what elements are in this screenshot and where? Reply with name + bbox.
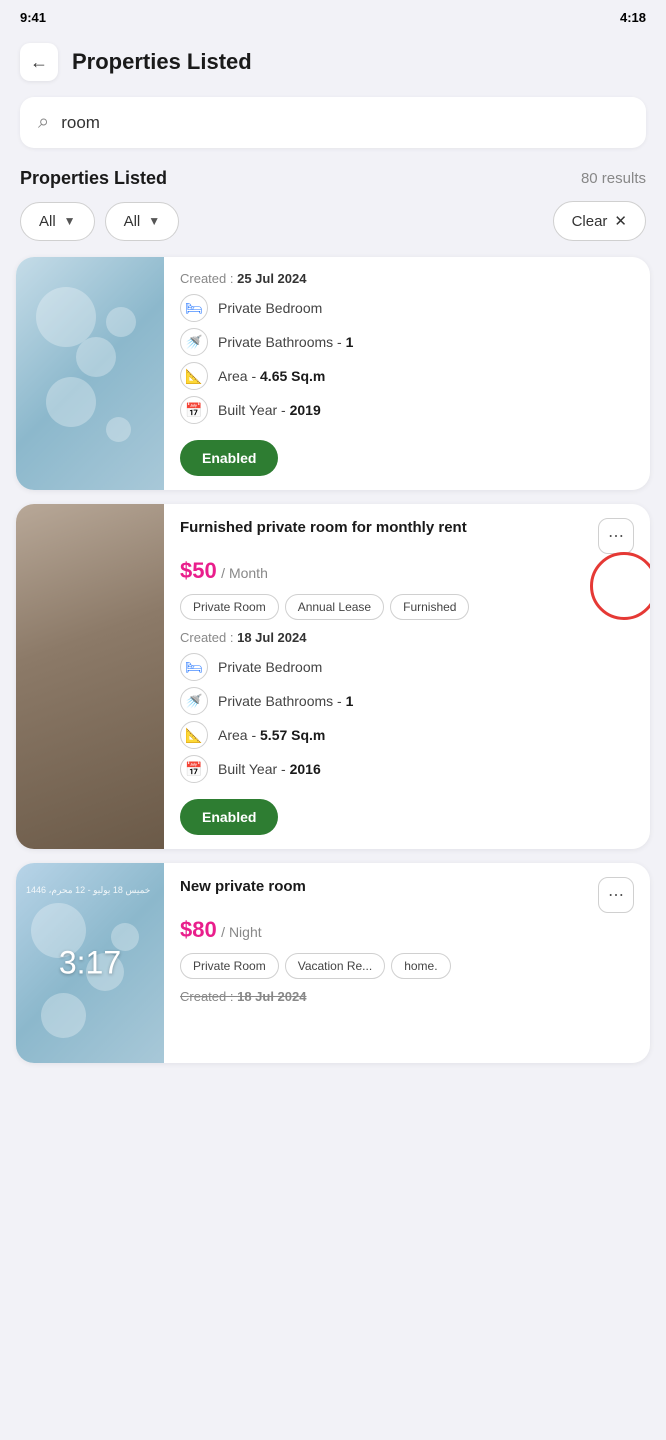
tag-furnished-2: Furnished <box>390 594 469 620</box>
clear-label: Clear <box>572 213 608 230</box>
enabled-button-2[interactable]: Enabled <box>180 799 278 835</box>
results-count: 80 results <box>581 170 646 187</box>
filter-dropdown-1[interactable]: All ▼ <box>20 202 95 241</box>
feature-bedroom-2: 🛏 Private Bedroom <box>180 653 634 681</box>
bed-icon-1: 🛏 <box>180 294 208 322</box>
tag-private-room-3: Private Room <box>180 953 279 979</box>
bathroom-label-2: Private Bathrooms - 1 <box>218 693 353 709</box>
card-content-2: Furnished private room for monthly rent … <box>16 504 650 849</box>
feature-area-2: 📐 Area - 5.57 Sq.m <box>180 721 634 749</box>
more-options-button-3[interactable]: ⋯ <box>598 877 634 913</box>
status-battery: 4:18 <box>620 10 646 25</box>
filter-1-label: All <box>39 213 56 230</box>
bedroom-label-1: Private Bedroom <box>218 300 322 316</box>
property-image-1 <box>16 257 164 490</box>
card-content-1: Created : 25 Jul 2024 🛏 Private Bedroom … <box>16 257 650 490</box>
price-period-2: / Month <box>221 565 268 581</box>
search-icon: ⌕ <box>38 111 49 134</box>
card-details-2: Furnished private room for monthly rent … <box>164 504 650 849</box>
screen-date: خمیس 18 یولیو - 12 محرم، 1446 <box>26 885 150 896</box>
bathroom-label-1: Private Bathrooms - 1 <box>218 334 353 350</box>
feature-bedroom-1: 🛏 Private Bedroom <box>180 294 634 322</box>
filter-2-label: All <box>124 213 141 230</box>
header: ← Properties Listed <box>0 31 666 97</box>
clear-button[interactable]: Clear ✕ <box>553 201 646 241</box>
created-date-3-strikethrough: Created : 18 Jul 2024 <box>180 989 634 1004</box>
cards-container: Created : 25 Jul 2024 🛏 Private Bedroom … <box>0 257 666 1063</box>
created-date-1: Created : 25 Jul 2024 <box>180 271 634 286</box>
card-title-row-3: New private room ⋯ <box>180 877 634 913</box>
tag-vacation-3: Vacation Re... <box>285 953 385 979</box>
close-icon: ✕ <box>614 212 627 230</box>
calendar-icon-2: 📅 <box>180 755 208 783</box>
more-options-button-2[interactable]: ⋯ <box>598 518 634 554</box>
card-content-3: خمیس 18 یولیو - 12 محرم، 1446 3:17 New p… <box>16 863 650 1063</box>
card-title-row-2: Furnished private room for monthly rent … <box>180 518 634 554</box>
calendar-icon-1: 📅 <box>180 396 208 424</box>
tag-private-room-2: Private Room <box>180 594 279 620</box>
filter-row: All ▼ All ▼ Clear ✕ <box>0 201 666 257</box>
search-input[interactable] <box>61 113 628 133</box>
card-title-2: Furnished private room for monthly rent <box>180 518 467 538</box>
property-image-3: خمیس 18 یولیو - 12 محرم، 1446 3:17 <box>16 863 164 1063</box>
card-price-2: $50 <box>180 558 217 583</box>
tag-annual-lease-2: Annual Lease <box>285 594 384 620</box>
bath-icon-1: 🚿 <box>180 328 208 356</box>
bath-icon-2: 🚿 <box>180 687 208 715</box>
chevron-down-icon-2: ▼ <box>148 214 160 228</box>
area-label-2: Area - 5.57 Sq.m <box>218 727 325 743</box>
card-price-3: $80 <box>180 917 217 942</box>
feature-bathroom-1: 🚿 Private Bathrooms - 1 <box>180 328 634 356</box>
tags-row-3: Private Room Vacation Re... home. <box>180 953 634 979</box>
price-row-3: $80 / Night <box>180 917 634 943</box>
property-card-2: Furnished private room for monthly rent … <box>16 504 650 849</box>
status-bar: 9:41 4:18 <box>0 0 666 31</box>
area-icon-1: 📐 <box>180 362 208 390</box>
area-icon-2: 📐 <box>180 721 208 749</box>
enabled-button-1[interactable]: Enabled <box>180 440 278 476</box>
year-label-2: Built Year - 2016 <box>218 761 321 777</box>
feature-year-1: 📅 Built Year - 2019 <box>180 396 634 424</box>
feature-bathroom-2: 🚿 Private Bathrooms - 1 <box>180 687 634 715</box>
card-details-1: Created : 25 Jul 2024 🛏 Private Bedroom … <box>164 257 650 490</box>
chevron-down-icon-1: ▼ <box>64 214 76 228</box>
screen-time: 3:17 <box>59 945 121 982</box>
bedroom-label-2: Private Bedroom <box>218 659 322 675</box>
tags-row-2: Private Room Annual Lease Furnished <box>180 594 634 620</box>
section-title: Properties Listed <box>20 168 167 189</box>
property-image-2 <box>16 504 164 849</box>
year-label-1: Built Year - 2019 <box>218 402 321 418</box>
created-date-2: Created : 18 Jul 2024 <box>180 630 634 645</box>
feature-area-1: 📐 Area - 4.65 Sq.m <box>180 362 634 390</box>
section-header: Properties Listed 80 results <box>0 164 666 201</box>
filter-dropdown-2[interactable]: All ▼ <box>105 202 180 241</box>
bed-icon-2: 🛏 <box>180 653 208 681</box>
price-row-2: $50 / Month <box>180 558 634 584</box>
property-card-1: Created : 25 Jul 2024 🛏 Private Bedroom … <box>16 257 650 490</box>
page-title: Properties Listed <box>72 49 252 75</box>
card-title-3: New private room <box>180 877 306 897</box>
area-label-1: Area - 4.65 Sq.m <box>218 368 325 384</box>
price-period-3: / Night <box>221 924 261 940</box>
search-bar: ⌕ <box>20 97 646 148</box>
feature-year-2: 📅 Built Year - 2016 <box>180 755 634 783</box>
property-card-3: خمیس 18 یولیو - 12 محرم، 1446 3:17 New p… <box>16 863 650 1063</box>
search-container: ⌕ <box>0 97 666 164</box>
tag-home-3: home. <box>391 953 450 979</box>
status-time: 9:41 <box>20 10 46 25</box>
back-button[interactable]: ← <box>20 43 58 81</box>
card-details-3: New private room ⋯ $80 / Night Private R… <box>164 863 650 1063</box>
